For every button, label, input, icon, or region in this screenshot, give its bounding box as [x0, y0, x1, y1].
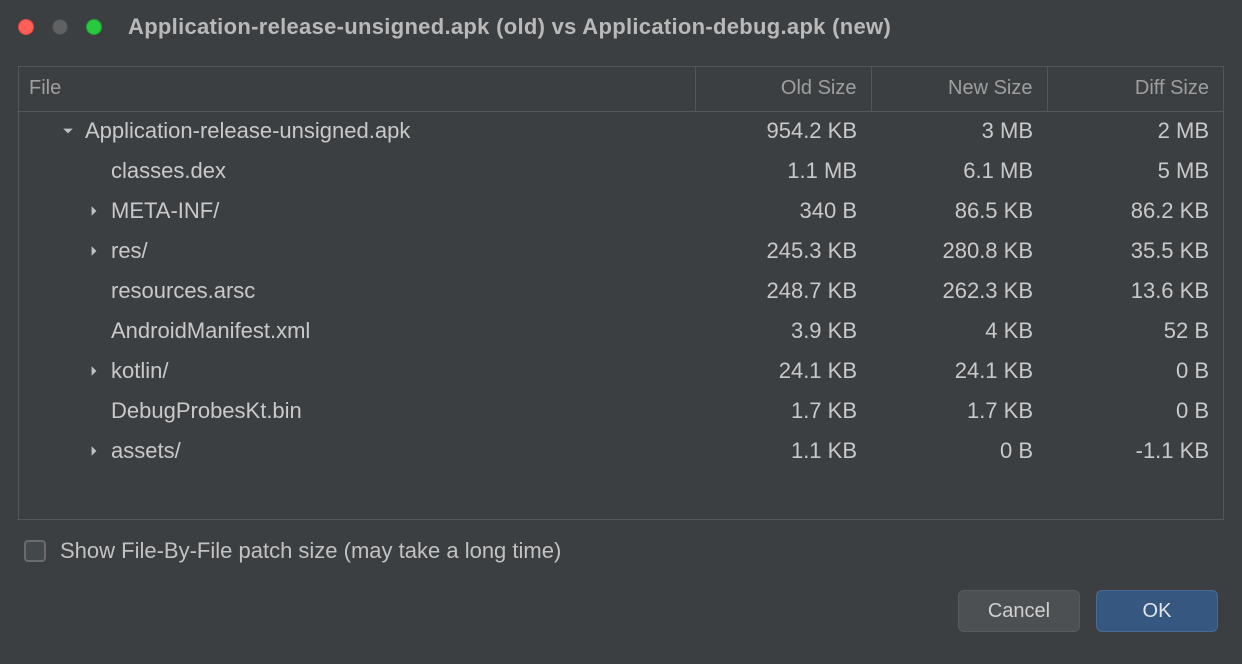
chevron-right-icon[interactable] [85, 242, 103, 260]
new-size: 262.3 KB [871, 271, 1047, 311]
table-row[interactable]: classes.dex 1.1 MB6.1 MB5 MB [19, 151, 1223, 191]
file-cell: META-INF/ [29, 198, 681, 224]
diff-size: 86.2 KB [1047, 191, 1223, 231]
col-file[interactable]: File [19, 67, 695, 111]
file-cell: AndroidManifest.xml [29, 318, 681, 344]
old-size: 24.1 KB [695, 351, 871, 391]
window-title: Application-release-unsigned.apk (old) v… [102, 14, 1224, 40]
old-size: 245.3 KB [695, 231, 871, 271]
file-name: kotlin/ [111, 358, 168, 384]
diff-size: 13.6 KB [1047, 271, 1223, 311]
zoom-icon[interactable] [86, 19, 102, 35]
old-size: 1.1 MB [695, 151, 871, 191]
col-old-size[interactable]: Old Size [695, 67, 871, 111]
new-size: 3 MB [871, 111, 1047, 151]
dialog-window: Application-release-unsigned.apk (old) v… [0, 0, 1242, 664]
dialog-footer: Show File-By-File patch size (may take a… [0, 520, 1242, 654]
file-name: assets/ [111, 438, 181, 464]
old-size: 248.7 KB [695, 271, 871, 311]
col-new-size[interactable]: New Size [871, 67, 1047, 111]
file-name: resources.arsc [85, 278, 255, 304]
file-cell: kotlin/ [29, 358, 681, 384]
table-row[interactable]: Application-release-unsigned.apk 954.2 KB… [19, 111, 1223, 151]
diff-size: 52 B [1047, 311, 1223, 351]
spacer-row [19, 471, 1223, 519]
file-cell: res/ [29, 238, 681, 264]
table-row[interactable]: META-INF/340 B86.5 KB86.2 KB [19, 191, 1223, 231]
file-name: DebugProbesKt.bin [85, 398, 302, 424]
table-row[interactable]: DebugProbesKt.bin1.7 KB1.7 KB0 B [19, 391, 1223, 431]
diff-size: 2 MB [1047, 111, 1223, 151]
file-cell: resources.arsc [29, 278, 681, 304]
chevron-right-icon[interactable] [85, 202, 103, 220]
file-name: META-INF/ [111, 198, 219, 224]
file-cell: Application-release-unsigned.apk [29, 118, 681, 144]
old-size: 1.1 KB [695, 431, 871, 471]
button-row: Cancel OK [24, 590, 1218, 632]
table-row[interactable]: resources.arsc 248.7 KB262.3 KB13.6 KB [19, 271, 1223, 311]
old-size: 954.2 KB [695, 111, 871, 151]
chevron-right-icon[interactable] [85, 362, 103, 380]
file-name: AndroidManifest.xml [85, 318, 310, 344]
new-size: 0 B [871, 431, 1047, 471]
old-size: 1.7 KB [695, 391, 871, 431]
new-size: 86.5 KB [871, 191, 1047, 231]
cancel-button[interactable]: Cancel [958, 590, 1080, 632]
ok-button[interactable]: OK [1096, 590, 1218, 632]
table-row[interactable]: kotlin/24.1 KB24.1 KB0 B [19, 351, 1223, 391]
comparison-table: File Old Size New Size Diff Size Applica… [18, 66, 1224, 520]
table-row[interactable]: AndroidManifest.xml 3.9 KB4 KB52 B [19, 311, 1223, 351]
file-cell: DebugProbesKt.bin [29, 398, 681, 424]
file-cell: assets/ [29, 438, 681, 464]
file-name: classes.dex [85, 158, 226, 184]
chevron-right-icon[interactable] [85, 442, 103, 460]
titlebar: Application-release-unsigned.apk (old) v… [0, 0, 1242, 54]
diff-size: 0 B [1047, 351, 1223, 391]
diff-size: 0 B [1047, 391, 1223, 431]
patch-size-label: Show File-By-File patch size (may take a… [60, 538, 561, 564]
patch-size-checkbox-row[interactable]: Show File-By-File patch size (may take a… [24, 538, 1218, 564]
table-row[interactable]: res/245.3 KB280.8 KB35.5 KB [19, 231, 1223, 271]
col-diff-size[interactable]: Diff Size [1047, 67, 1223, 111]
new-size: 1.7 KB [871, 391, 1047, 431]
close-icon[interactable] [18, 19, 34, 35]
file-name: Application-release-unsigned.apk [85, 118, 410, 144]
old-size: 3.9 KB [695, 311, 871, 351]
window-controls [18, 19, 102, 35]
new-size: 6.1 MB [871, 151, 1047, 191]
diff-size: 35.5 KB [1047, 231, 1223, 271]
new-size: 24.1 KB [871, 351, 1047, 391]
minimize-icon[interactable] [52, 19, 68, 35]
diff-size: -1.1 KB [1047, 431, 1223, 471]
table-row[interactable]: assets/1.1 KB0 B-1.1 KB [19, 431, 1223, 471]
file-name: res/ [111, 238, 148, 264]
checkbox-icon[interactable] [24, 540, 46, 562]
old-size: 340 B [695, 191, 871, 231]
diff-size: 5 MB [1047, 151, 1223, 191]
new-size: 280.8 KB [871, 231, 1047, 271]
table-header-row: File Old Size New Size Diff Size [19, 67, 1223, 111]
new-size: 4 KB [871, 311, 1047, 351]
file-cell: classes.dex [29, 158, 681, 184]
chevron-down-icon[interactable] [59, 122, 77, 140]
